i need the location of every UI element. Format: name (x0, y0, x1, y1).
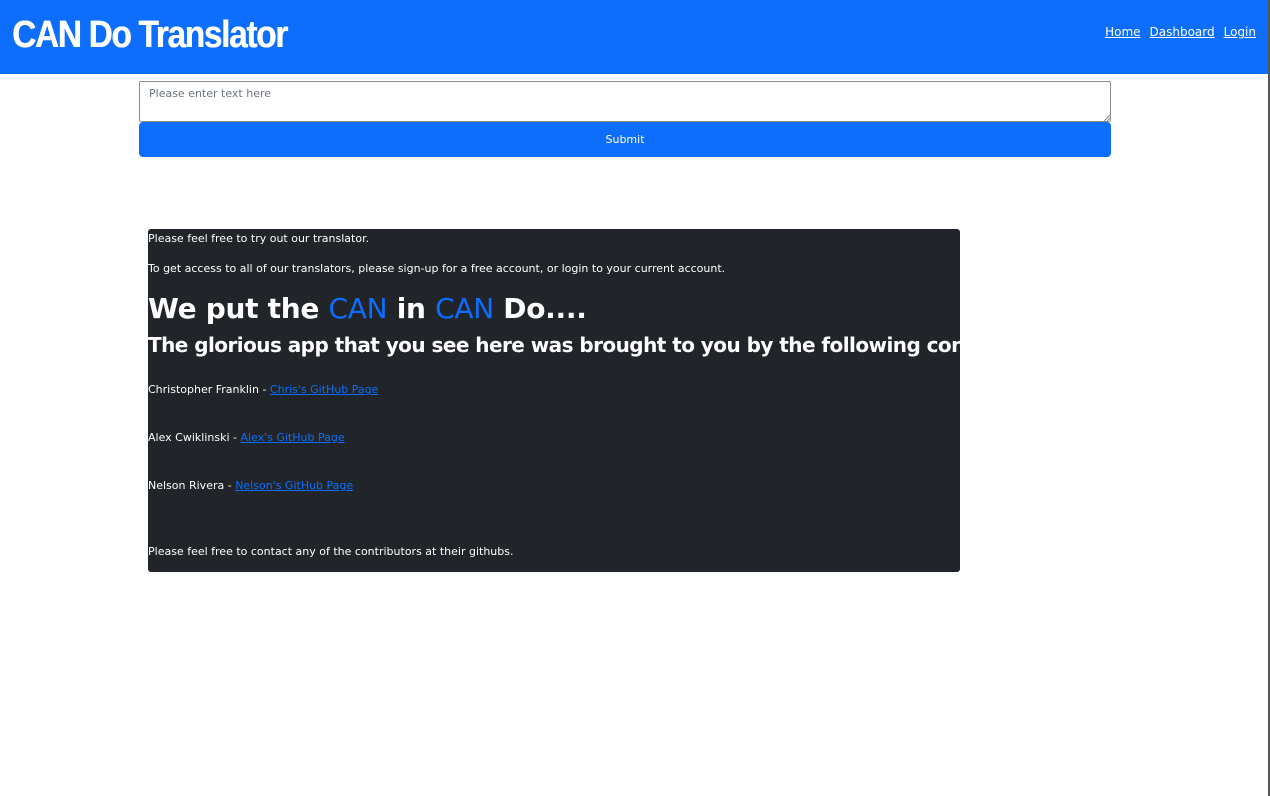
nav-home-link[interactable]: Home (1105, 24, 1140, 40)
top-navbar: CAN Do Translator Home Dashboard Login (0, 0, 1268, 74)
translate-text-input[interactable] (139, 81, 1111, 122)
submit-button[interactable]: Submit (139, 122, 1111, 157)
contact-text: Please feel free to contact any of the c… (148, 545, 514, 558)
contributor-name: Alex Cwiklinski - (148, 431, 241, 444)
contributor-name: Christopher Franklin - (148, 383, 270, 396)
headline-part3: Do.... (493, 292, 587, 325)
page: CAN Do Translator Home Dashboard Login S… (0, 0, 1270, 796)
contributor-item: Christopher Franklin - Chris's GitHub Pa… (148, 383, 378, 397)
nav-links: Home Dashboard Login (1105, 24, 1256, 40)
headline: We put the CAN in CAN Do.... (148, 292, 587, 326)
nav-login-link[interactable]: Login (1224, 24, 1256, 40)
signup-text: To get access to all of our translators,… (148, 262, 726, 275)
headline-can-1: CAN (328, 292, 388, 325)
headline-part2: in (387, 292, 436, 325)
nav-dashboard-link[interactable]: Dashboard (1150, 24, 1215, 40)
info-panel: Please feel free to try out our translat… (148, 229, 1068, 572)
contributor-item: Alex Cwiklinski - Alex's GitHub Page (148, 431, 345, 445)
contributor-github-link[interactable]: Alex's GitHub Page (240, 431, 344, 444)
brand-logo[interactable]: CAN Do Translator (12, 14, 288, 56)
contributor-github-link[interactable]: Chris's GitHub Page (270, 383, 378, 396)
headline-can-2: CAN (435, 292, 494, 325)
contributor-item: Nelson Rivera - Nelson's GitHub Page (148, 479, 353, 493)
contributor-github-link[interactable]: Nelson's GitHub Page (235, 479, 353, 492)
contributors-heading: The glorious app that you see here was b… (148, 333, 1068, 357)
intro-text: Please feel free to try out our translat… (148, 232, 370, 245)
contributor-name: Nelson Rivera - (148, 479, 236, 492)
headline-part1: We put the (148, 292, 329, 325)
